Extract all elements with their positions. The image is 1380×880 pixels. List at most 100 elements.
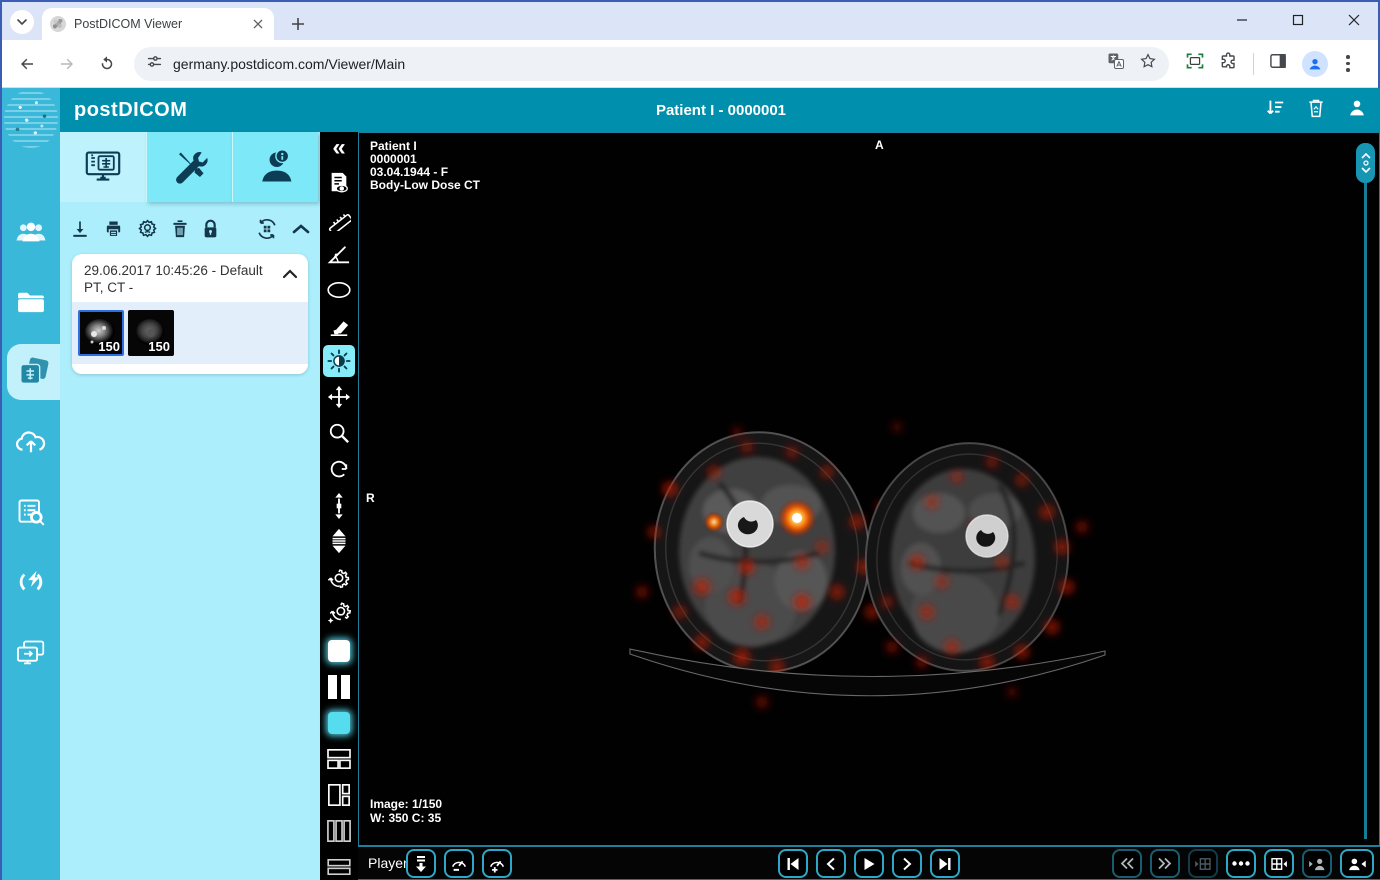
window-minimize-button[interactable] bbox=[1228, 6, 1256, 34]
sidebar-item-folders[interactable] bbox=[2, 280, 60, 324]
forward-button[interactable] bbox=[52, 49, 82, 79]
window-level-overlay: W: 350 C: 35 bbox=[370, 812, 441, 825]
orientation-marker-top: A bbox=[875, 139, 884, 152]
player-label: Player bbox=[368, 855, 408, 871]
tab-close-icon[interactable] bbox=[249, 16, 266, 33]
image-scroll-track[interactable] bbox=[1364, 183, 1367, 839]
tab-patient-info[interactable] bbox=[232, 132, 318, 202]
refresh-layout-icon[interactable] bbox=[255, 217, 279, 246]
postdicom-logo: postDICOM bbox=[74, 99, 187, 122]
next-patient-button[interactable] bbox=[1340, 849, 1374, 878]
tab-title: PostDICOM Viewer bbox=[74, 17, 241, 31]
tab-tools[interactable] bbox=[146, 132, 232, 202]
series-datetime: 29.06.2017 10:45:26 - Default bbox=[84, 262, 276, 279]
collapse-toolbar-icon[interactable] bbox=[292, 222, 310, 240]
download-study-icon[interactable] bbox=[70, 219, 90, 244]
layout-three-columns-icon[interactable] bbox=[323, 815, 355, 847]
site-settings-icon[interactable] bbox=[146, 53, 163, 75]
layout-current-highlight-icon[interactable] bbox=[323, 707, 355, 739]
back-button[interactable] bbox=[12, 49, 42, 79]
next-series-button[interactable] bbox=[1150, 849, 1180, 878]
tab-search-chevron-icon[interactable] bbox=[10, 10, 34, 34]
window-close-button[interactable] bbox=[1340, 6, 1368, 34]
sidebar-item-images[interactable] bbox=[7, 344, 60, 400]
brain-logo bbox=[4, 90, 58, 148]
speed-down-button[interactable] bbox=[444, 849, 474, 878]
reload-button[interactable] bbox=[92, 49, 122, 79]
side-panel-icon[interactable] bbox=[1268, 51, 1288, 76]
thumbnail-image-count: 150 bbox=[148, 339, 170, 354]
translate-icon[interactable] bbox=[1107, 52, 1125, 75]
series-thumbnail-2[interactable]: 150 bbox=[128, 310, 174, 356]
browser-tab[interactable]: PostDICOM Viewer bbox=[42, 8, 274, 40]
reset-window-icon[interactable] bbox=[323, 562, 355, 594]
browser-toolbar: germany.postdicom.com/Viewer/Main bbox=[2, 40, 1378, 88]
study-panel: 29.06.2017 10:45:26 - Default PT, CT - 1… bbox=[60, 132, 320, 880]
more-options-button[interactable] bbox=[1226, 849, 1256, 878]
recycle-bin-icon[interactable] bbox=[1306, 97, 1326, 124]
angle-tool-icon[interactable] bbox=[323, 239, 355, 271]
image-viewport[interactable]: Patient I 0000001 03.04.1944 - F Body-Lo… bbox=[358, 132, 1380, 846]
new-tab-button[interactable] bbox=[286, 12, 310, 36]
auto-window-icon[interactable] bbox=[323, 597, 355, 629]
window-maximize-button[interactable] bbox=[1284, 6, 1312, 34]
cine-load-button[interactable] bbox=[406, 849, 436, 878]
previous-series-button[interactable] bbox=[1112, 849, 1142, 878]
sidebar-item-upload[interactable] bbox=[2, 420, 60, 464]
stack-scroll-icon[interactable] bbox=[323, 490, 355, 522]
profile-avatar[interactable] bbox=[1302, 51, 1328, 77]
report-view-icon[interactable] bbox=[323, 167, 355, 199]
anonymize-icon[interactable] bbox=[137, 218, 158, 244]
rotate-tool-icon[interactable] bbox=[323, 453, 355, 485]
user-account-icon[interactable] bbox=[1346, 97, 1368, 124]
sidebar-item-sync[interactable] bbox=[2, 560, 60, 604]
previous-patient-button[interactable] bbox=[1302, 849, 1332, 878]
previous-layout-button[interactable] bbox=[1188, 849, 1218, 878]
tab-study-viewer[interactable] bbox=[60, 132, 146, 202]
screenshot-capture-icon[interactable] bbox=[1185, 51, 1205, 76]
layout-one-top-two-bottom-icon[interactable] bbox=[323, 743, 355, 775]
layout-one-left-two-right-icon[interactable] bbox=[323, 779, 355, 811]
app-header: postDICOM Patient I - 0000001 bbox=[60, 88, 1380, 132]
browser-menu-icon[interactable] bbox=[1342, 51, 1354, 76]
url-text[interactable]: germany.postdicom.com/Viewer/Main bbox=[173, 56, 1097, 72]
sidebar-item-patients[interactable] bbox=[2, 210, 60, 254]
collapse-panel-icon[interactable]: « bbox=[323, 132, 355, 164]
bookmark-star-icon[interactable] bbox=[1139, 52, 1157, 75]
layout-two-vertical-icon[interactable] bbox=[323, 671, 355, 703]
last-image-button[interactable] bbox=[930, 849, 960, 878]
speed-up-button[interactable] bbox=[482, 849, 512, 878]
ruler-tool-icon[interactable] bbox=[323, 203, 355, 235]
layout-single-active-icon[interactable] bbox=[323, 635, 355, 667]
series-collapse-icon[interactable] bbox=[282, 262, 298, 296]
image-index-overlay: Image: 1/150 bbox=[370, 798, 442, 811]
first-image-button[interactable] bbox=[778, 849, 808, 878]
patient-overlay: Patient I 0000001 03.04.1944 - F Body-Lo… bbox=[370, 140, 480, 192]
viewer-toolbar: « bbox=[320, 132, 358, 880]
thumbnail-image-count: 150 bbox=[98, 339, 120, 354]
previous-image-button[interactable] bbox=[816, 849, 846, 878]
pet-ct-image bbox=[359, 133, 1379, 845]
series-thumbnail-1[interactable]: 150 bbox=[78, 310, 124, 356]
url-bar[interactable]: germany.postdicom.com/Viewer/Main bbox=[134, 47, 1169, 81]
pan-tool-icon[interactable] bbox=[323, 381, 355, 413]
delete-study-icon[interactable] bbox=[171, 219, 189, 244]
sidebar-item-order-search[interactable] bbox=[2, 490, 60, 534]
next-layout-button[interactable] bbox=[1264, 849, 1294, 878]
cine-stack-icon[interactable] bbox=[323, 525, 355, 557]
eraser-tool-icon[interactable] bbox=[323, 310, 355, 342]
sort-list-icon[interactable] bbox=[1264, 97, 1286, 124]
series-header[interactable]: 29.06.2017 10:45:26 - Default PT, CT - bbox=[72, 254, 308, 302]
sidebar-item-screen-share[interactable] bbox=[2, 630, 60, 674]
next-image-button[interactable] bbox=[892, 849, 922, 878]
image-scroll-handle[interactable] bbox=[1356, 143, 1375, 183]
extensions-icon[interactable] bbox=[1219, 51, 1239, 76]
play-button[interactable] bbox=[854, 849, 884, 878]
print-icon[interactable] bbox=[103, 219, 124, 244]
lock-study-icon[interactable] bbox=[202, 219, 219, 244]
zoom-tool-icon[interactable] bbox=[323, 417, 355, 449]
ellipse-roi-icon[interactable] bbox=[323, 274, 355, 306]
favicon bbox=[50, 16, 66, 32]
layout-two-rows-icon[interactable] bbox=[323, 851, 355, 880]
window-level-tool-icon[interactable] bbox=[323, 345, 355, 377]
